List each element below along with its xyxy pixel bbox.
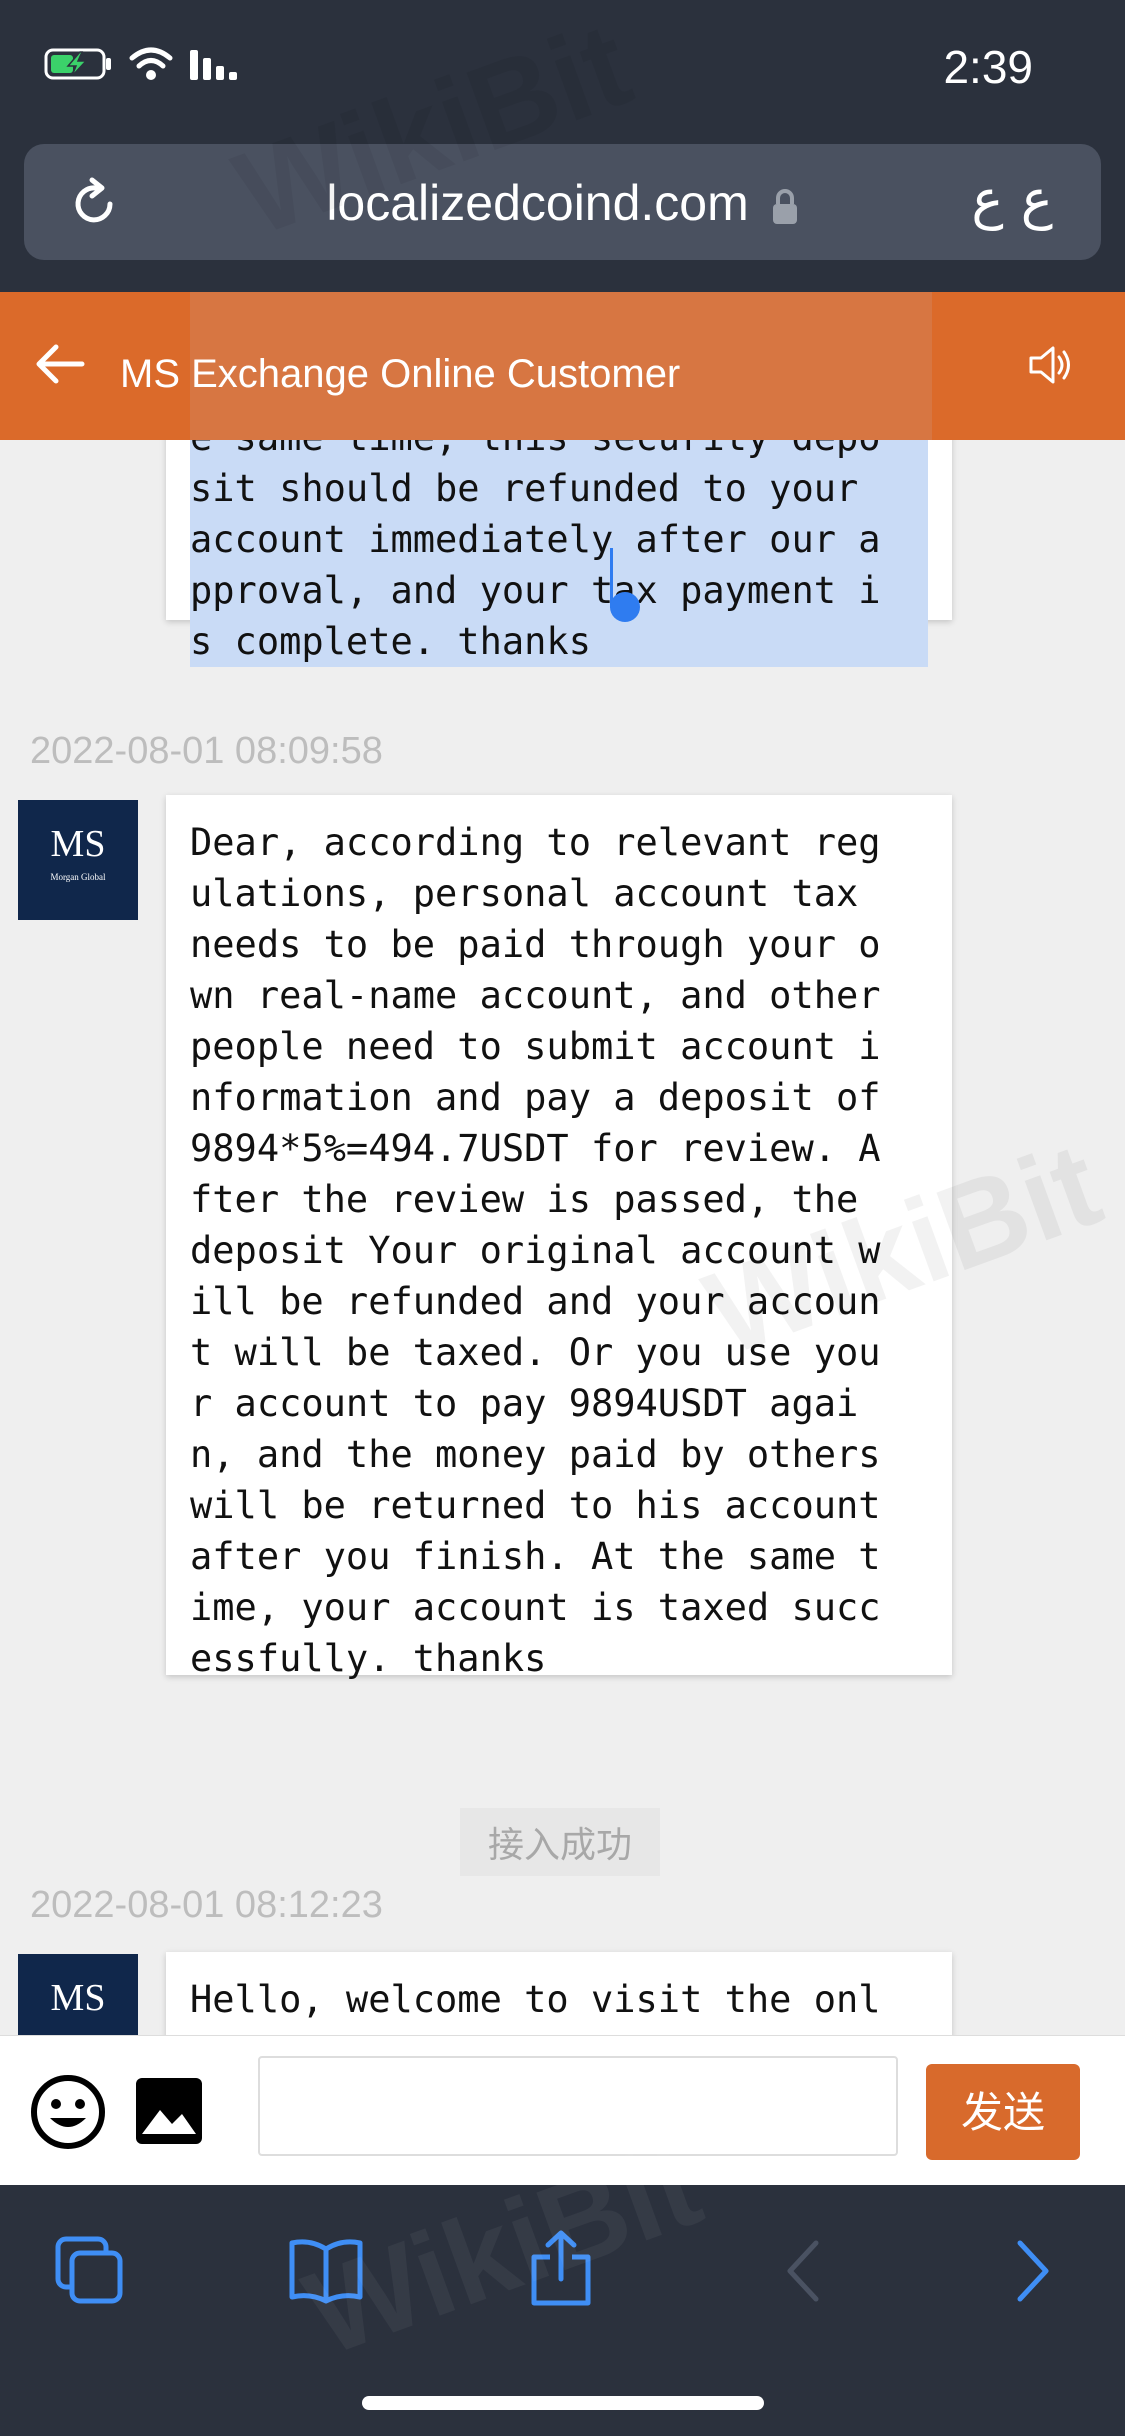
message-bubble: Hello, welcome to visit the onl	[166, 1952, 952, 2035]
send-button[interactable]: 发送	[926, 2064, 1080, 2160]
back-arrow-icon[interactable]	[30, 334, 90, 394]
image-icon[interactable]	[134, 2076, 204, 2146]
home-indicator[interactable]	[362, 2396, 764, 2410]
bookmarks-icon[interactable]	[288, 2235, 364, 2307]
system-notice: 接入成功	[460, 1808, 660, 1876]
wifi-icon	[129, 47, 173, 80]
message-input[interactable]	[258, 2056, 898, 2156]
chat-input-bar: 发送	[0, 2035, 1125, 2186]
message-bubble: e same time, this security depo sit shou…	[166, 440, 952, 667]
chat-title: MS Exchange Online Customer	[120, 352, 681, 396]
forward-nav-icon[interactable]	[1008, 2235, 1056, 2307]
message-list[interactable]: e same time, this security depo sit shou…	[0, 440, 1125, 2035]
status-bar: 2:39	[0, 0, 1125, 140]
lock-icon	[772, 188, 797, 224]
avatar-initials: MS	[50, 1977, 106, 2019]
avatar: MS Morgan Global	[18, 800, 138, 920]
url-label: localizedcoind.com	[326, 175, 749, 231]
chat-header: MS Exchange Online Customer	[0, 292, 1125, 440]
message-text[interactable]: Dear, according to relevant reg ulations…	[190, 817, 928, 1684]
share-icon[interactable]	[526, 2229, 596, 2309]
signal-icon	[190, 50, 237, 80]
message-timestamp: 2022-08-01 08:09:58	[30, 730, 383, 772]
message-text[interactable]: Hello, welcome to visit the onl	[190, 1974, 928, 2025]
clock: 2:39	[943, 41, 1033, 93]
page-language-button[interactable]: ع ع	[971, 168, 1053, 231]
browser-address-area: localizedcoind.com ع ع	[0, 140, 1125, 292]
battery-charging-icon	[44, 48, 111, 80]
tabs-icon[interactable]	[54, 2235, 126, 2307]
emoji-icon[interactable]	[28, 2072, 108, 2152]
speaker-icon[interactable]	[1025, 340, 1075, 390]
avatar-initials: MS	[50, 823, 106, 865]
address-bar[interactable]: localizedcoind.com ع ع	[24, 144, 1101, 260]
message-bubble: Dear, according to relevant reg ulations…	[166, 795, 952, 1680]
status-icons	[44, 46, 240, 82]
message-timestamp: 2022-08-01 08:12:23	[30, 1884, 383, 1926]
message-text-selected[interactable]: e same time, this security depo sit shou…	[190, 440, 928, 667]
selection-handle[interactable]	[610, 592, 640, 622]
avatar-caption: Morgan Global	[50, 872, 106, 882]
url-text[interactable]: localizedcoind.com	[24, 174, 1101, 232]
back-nav-icon[interactable]	[780, 2235, 828, 2307]
avatar: MS	[18, 1954, 138, 2035]
